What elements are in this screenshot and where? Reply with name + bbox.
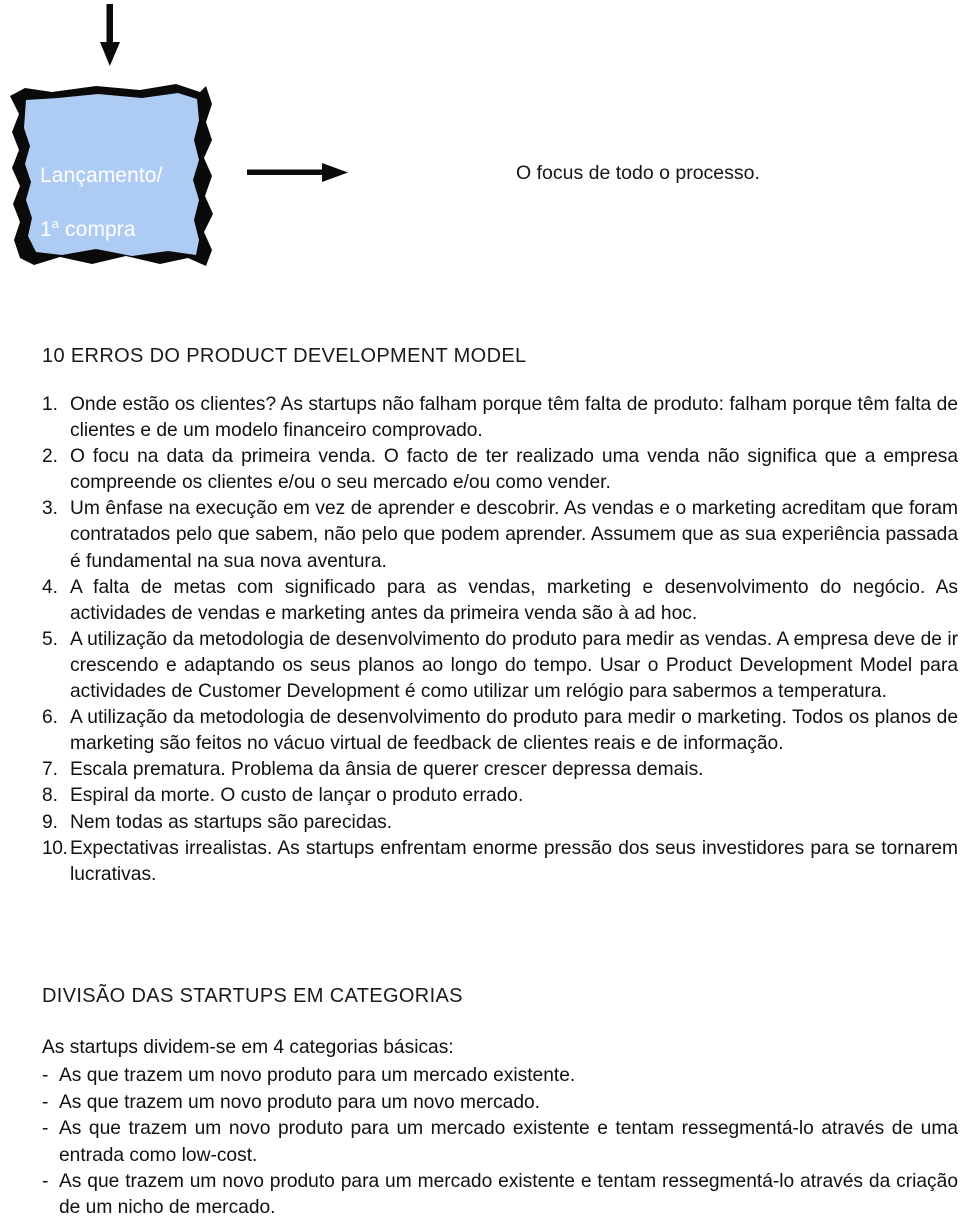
list-item-number: 7. bbox=[42, 759, 59, 781]
bullet-dash: - bbox=[42, 1171, 49, 1193]
list-item-number: 8. bbox=[42, 785, 59, 807]
list-item-text: As que trazem um novo produto para um me… bbox=[59, 1065, 576, 1087]
list-item-number: 4. bbox=[42, 576, 59, 598]
list-item-text: Espiral da morte. O custo de lançar o pr… bbox=[70, 785, 524, 807]
bullet-dash: - bbox=[42, 1065, 49, 1087]
list-item-text: Um ênfase na execução em vez de aprender… bbox=[70, 498, 958, 572]
list-item: 7. Escala prematura. Problema da ânsia d… bbox=[42, 757, 958, 783]
list-item-text: Expectativas irrealistas. As startups en… bbox=[70, 837, 958, 885]
list-item-text: A utilização da metodologia de desenvolv… bbox=[70, 707, 958, 755]
list-item: 10. Expectativas irrealistas. As startup… bbox=[42, 836, 958, 888]
right-arrow-icon bbox=[247, 163, 348, 182]
heading-erros: 10 ERROS DO PRODUCT DEVELOPMENT MODEL bbox=[42, 345, 527, 367]
list-item: - As que trazem um novo produto para um … bbox=[42, 1090, 958, 1116]
list-item-number: 2. bbox=[42, 446, 59, 468]
list-item: - As que trazem um novo produto para um … bbox=[42, 1063, 958, 1089]
list-item: 6. A utilização da metodologia de desenv… bbox=[42, 705, 958, 757]
list-item: - As que trazem um novo produto para um … bbox=[42, 1169, 958, 1222]
diagram-caption: O focus de todo o processo. bbox=[516, 162, 760, 184]
list-item-text: A utilização da metodologia de desenvolv… bbox=[70, 628, 958, 703]
list-item: 5. A utilização da metodologia de desenv… bbox=[42, 627, 958, 705]
list-item: 9. Nem todas as startups são parecidas. bbox=[42, 810, 958, 836]
list-item-text: Nem todas as startups são parecidas. bbox=[70, 811, 393, 833]
list-item: 4. A falta de metas com significado para… bbox=[42, 575, 958, 627]
divisao-intro: As startups dividem-se em 4 categorias b… bbox=[42, 1037, 454, 1058]
list-item-number: 6. bbox=[42, 707, 59, 729]
list-item: - As que trazem um novo produto para um … bbox=[42, 1116, 958, 1169]
list-item-text: Escala prematura. Problema da ânsia de q… bbox=[70, 759, 704, 781]
list-item-number: 3. bbox=[42, 498, 59, 520]
list-item: 8. Espiral da morte. O custo de lançar o… bbox=[42, 783, 958, 809]
list-item-text: Onde estão os clientes? As startups não … bbox=[70, 394, 958, 442]
divisao-block: As startups dividem-se em 4 categorias b… bbox=[42, 1035, 958, 1222]
list-item-number: 10. bbox=[42, 837, 68, 859]
list-item: 3. Um ênfase na execução em vez de apren… bbox=[42, 496, 958, 574]
list-item: 1. Onde estão os clientes? As startups n… bbox=[42, 392, 958, 444]
list-item-text: O focu na data da primeira venda. O fact… bbox=[70, 446, 958, 494]
erros-list: 1. Onde estão os clientes? As startups n… bbox=[42, 392, 958, 888]
list-item-text: As que trazem um novo produto para um me… bbox=[59, 1118, 958, 1166]
heading-divisao: DIVISÃO DAS STARTUPS EM CATEGORIAS bbox=[42, 985, 463, 1007]
bullet-dash: - bbox=[42, 1118, 49, 1140]
launch-box-label-line1: Lançamento/ bbox=[40, 164, 163, 187]
launch-box-label-line2: 1a compra bbox=[40, 216, 136, 241]
list-item-number: 1. bbox=[42, 394, 59, 415]
list-item-number: 9. bbox=[42, 811, 59, 833]
down-arrow-icon bbox=[100, 4, 120, 66]
bullet-dash: - bbox=[42, 1091, 49, 1113]
launch-box-label: Lançamento/ 1a compra bbox=[40, 135, 200, 243]
process-diagram: Lançamento/ 1a compra O focus de todo o … bbox=[0, 0, 960, 300]
list-item-text: As que trazem um novo produto para um me… bbox=[59, 1171, 958, 1219]
list-item-text: As que trazem um novo produto para um no… bbox=[59, 1091, 541, 1113]
list-item-text: A falta de metas com significado para as… bbox=[70, 576, 958, 624]
list-item: 2. O focu na data da primeira venda. O f… bbox=[42, 444, 958, 496]
list-item-number: 5. bbox=[42, 628, 59, 650]
categorias-list: - As que trazem um novo produto para um … bbox=[42, 1063, 958, 1221]
